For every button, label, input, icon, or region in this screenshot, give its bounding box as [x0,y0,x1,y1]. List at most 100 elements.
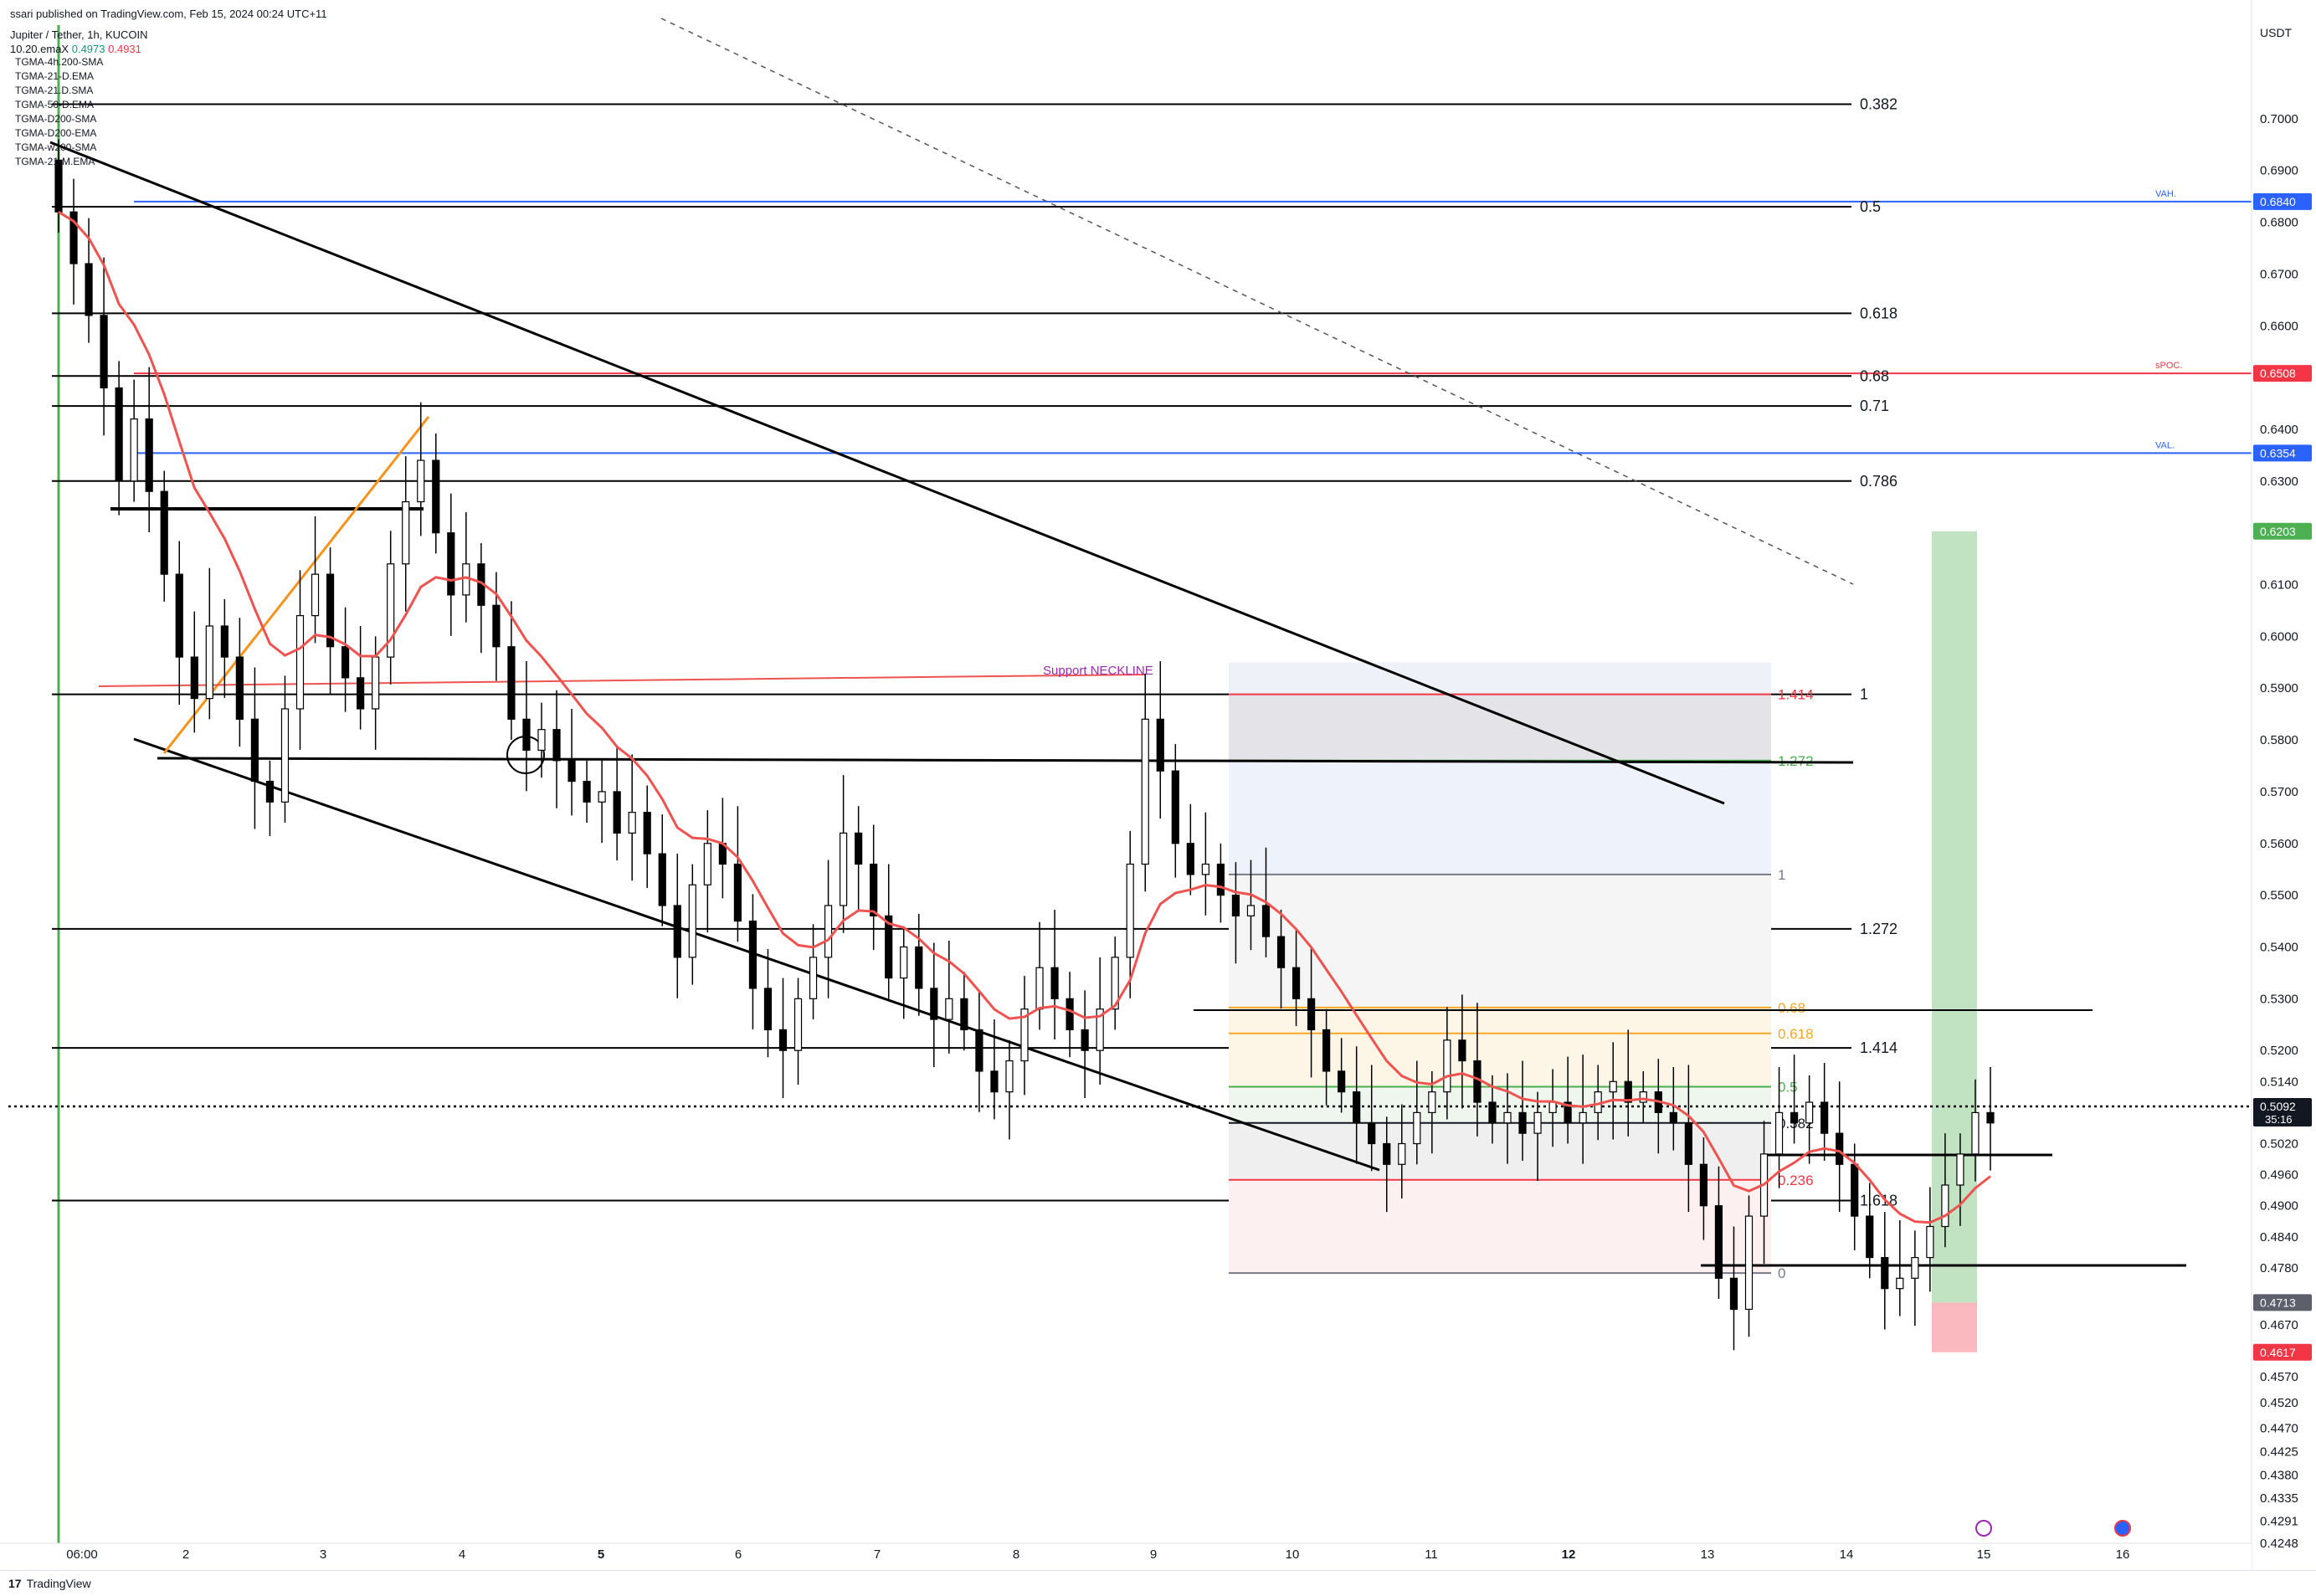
candle-body[interactable] [1986,1111,1995,1124]
candle-body[interactable] [1609,1080,1617,1093]
candle-body[interactable] [1201,863,1209,875]
event-marker-icon[interactable] [1975,1520,1992,1537]
candle-body[interactable] [1911,1256,1919,1279]
candle-body[interactable] [1790,1111,1799,1124]
candle-body[interactable] [1035,967,1044,1010]
candle-body[interactable] [1276,936,1286,968]
candle-body[interactable] [1579,1111,1587,1124]
candle-body[interactable] [1926,1225,1934,1259]
candle-body[interactable] [160,490,168,575]
position-target-zone[interactable] [1932,531,1977,1303]
candle-body[interactable] [1971,1111,1980,1155]
indicator-legend-item[interactable]: TGMA-D200-SMA [15,112,103,126]
candle-body[interactable] [1398,1142,1406,1165]
candle-body[interactable] [1851,1163,1859,1217]
candle-body[interactable] [870,863,878,916]
candle-body[interactable] [1881,1256,1889,1290]
candle-body[interactable] [85,263,93,316]
candle-body[interactable] [1050,967,1059,999]
candle-body[interactable] [915,946,923,989]
candle-body[interactable] [1292,967,1301,999]
candle-body[interactable] [537,729,546,752]
candle-body[interactable] [1353,1091,1361,1124]
flag-icon[interactable] [2114,1520,2131,1537]
indicator-legend-item[interactable]: TGMA-21-M.EMA [15,155,103,169]
candle-body[interactable] [567,760,576,783]
dashed-trendline[interactable] [660,18,1854,585]
candle-body[interactable] [175,573,183,658]
candle-body[interactable] [975,1029,983,1072]
candle-body[interactable] [1261,905,1271,937]
candle-body[interactable] [658,853,666,906]
candle-body[interactable] [1639,1091,1647,1103]
candle-body[interactable] [1744,1215,1754,1311]
candle-body[interactable] [341,646,350,679]
candle-body[interactable] [1458,1039,1466,1062]
candle-body[interactable] [1413,1111,1421,1145]
time-axis[interactable] [0,1543,2252,1570]
indicator-legend-item[interactable]: TGMA-w200-SMA [15,141,103,155]
indicator-legend-item[interactable]: TGMA-50-D.EMA [15,98,103,112]
candle-body[interactable] [1533,1111,1542,1134]
candle-body[interactable] [402,500,410,565]
candle-body[interactable] [930,988,938,1020]
candle-body[interactable] [1714,1205,1723,1279]
candle-body[interactable] [1126,863,1134,958]
candle-body[interactable] [295,615,305,710]
candle-body[interactable] [613,791,621,834]
candle-body[interactable] [280,708,290,803]
candle-body[interactable] [763,988,773,1031]
candle-body[interactable] [1246,905,1256,916]
candle-body[interactable] [432,459,440,534]
candle-body[interactable] [583,780,591,803]
candle-body[interactable] [417,459,425,503]
candle-body[interactable] [311,573,320,617]
candle-body[interactable] [372,656,380,710]
position-stop-zone[interactable] [1932,1302,1977,1352]
candle-body[interactable] [1503,1111,1512,1124]
candle-body[interactable] [748,920,757,989]
candle-body[interactable] [778,1029,788,1051]
tradingview-logo[interactable]: 17 TradingView [8,1577,91,1590]
indicator-legend-item[interactable]: TGMA-4h.200-SMA [15,55,103,69]
candle-body[interactable] [1941,1184,1949,1228]
candle-body[interactable] [1488,1101,1497,1124]
neckline[interactable] [98,674,1146,687]
candle-body[interactable] [250,718,259,783]
candle-body[interactable] [1066,998,1074,1031]
candle-body[interactable] [703,843,711,885]
candle-body[interactable] [628,812,636,834]
candle-body[interactable] [235,656,244,720]
candle-body[interactable] [1684,1122,1692,1165]
indicator-legend-item[interactable]: TGMA-D200-EMA [15,126,103,141]
candle-body[interactable] [130,418,138,482]
candle-body[interactable] [522,718,531,752]
candle-body[interactable] [1368,1122,1376,1145]
candle-body[interactable] [1005,1060,1014,1093]
candle-body[interactable] [1729,1277,1738,1311]
candle-body[interactable] [1231,895,1240,916]
candle-body[interactable] [357,677,365,710]
candle-body[interactable] [265,780,275,803]
candle-body[interactable] [190,656,198,700]
candle-body[interactable] [688,884,696,958]
ema-legend[interactable]: 10.20.emaX 0.4973 0.4931 [10,42,141,56]
candle-body[interactable] [1956,1153,1964,1186]
candle-body[interactable] [507,646,516,720]
candle-body[interactable] [1820,1101,1829,1134]
candle-body[interactable] [1805,1101,1814,1124]
candle-body[interactable] [900,946,908,979]
candle-body[interactable] [643,812,651,854]
candle-body[interactable] [1216,863,1225,896]
candle-body[interactable] [115,387,123,482]
candle-body[interactable] [809,957,818,999]
candle-body[interactable] [1383,1142,1391,1165]
candle-body[interactable] [824,905,833,958]
indicator-legend-item[interactable]: TGMA-21.D.SMA [15,84,103,98]
candle-body[interactable] [1322,1029,1331,1072]
candle-body[interactable] [840,832,848,906]
candle-body[interactable] [1141,718,1149,865]
candle-body[interactable] [1338,1070,1346,1093]
candle-body[interactable] [1186,843,1194,875]
candle-body[interactable] [960,998,968,1031]
